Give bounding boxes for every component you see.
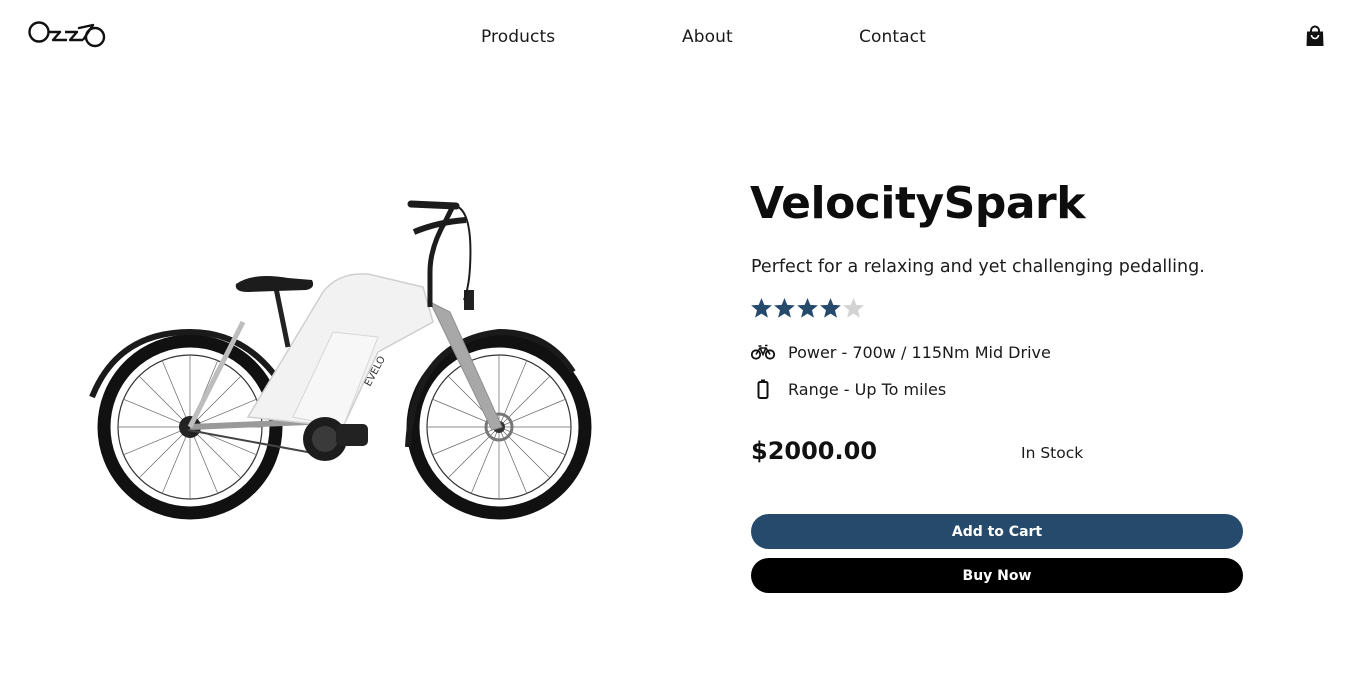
product-price: $2000.00 [751, 437, 878, 465]
product-tagline: Perfect for a relaxing and yet challengi… [751, 257, 1205, 277]
shopping-bag-icon[interactable] [1304, 24, 1326, 48]
spec-range-text: Range - Up To miles [788, 379, 947, 399]
add-to-cart-button[interactable]: Add to Cart [751, 514, 1243, 549]
star-empty-icon [843, 297, 864, 318]
brand-logo[interactable] [27, 18, 107, 52]
spec-range: Range - Up To miles [751, 378, 946, 400]
stock-status: In Stock [1021, 444, 1084, 462]
spec-power: Power - 700w / 115Nm Mid Drive [751, 341, 1051, 363]
battery-icon [751, 378, 775, 400]
star-filled-icon [797, 297, 818, 318]
rating-stars [750, 296, 865, 320]
product-image-bike: EVELO [89, 200, 592, 520]
nav-about[interactable]: About [682, 27, 733, 47]
product-page: Products About Contact EVELO VelocitySpa… [0, 0, 1366, 700]
nav-contact[interactable]: Contact [859, 27, 926, 47]
spec-power-text: Power - 700w / 115Nm Mid Drive [788, 342, 1051, 362]
star-filled-icon [774, 297, 795, 318]
star-filled-icon [751, 297, 772, 318]
product-title: VelocitySpark [750, 178, 1086, 229]
bicycle-icon [751, 341, 775, 363]
buy-now-button[interactable]: Buy Now [751, 558, 1243, 593]
star-filled-icon [820, 297, 841, 318]
nav-products[interactable]: Products [481, 27, 555, 47]
